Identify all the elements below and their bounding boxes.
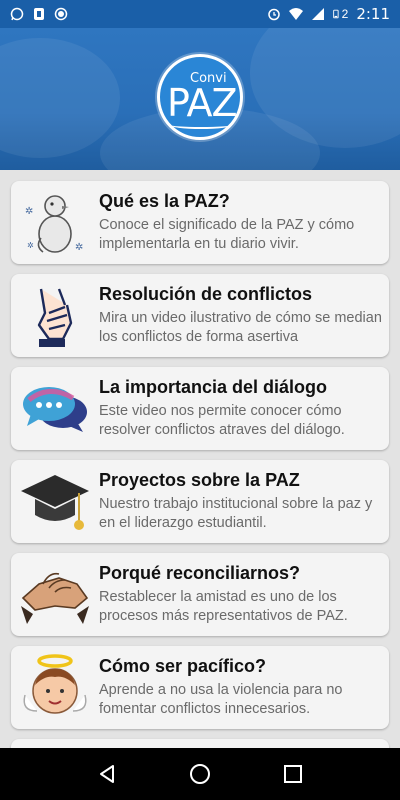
logo-big-text: PAZ <box>167 81 238 125</box>
recents-icon <box>284 765 303 783</box>
home-button[interactable] <box>188 762 212 786</box>
svg-text:✲: ✲ <box>75 242 83 253</box>
topics-list[interactable]: ✲ ✲ ✲ Qué es la PAZ? Conoce el significa… <box>0 170 400 748</box>
handshake-icon <box>37 288 73 347</box>
angel-icon <box>23 654 87 714</box>
recents-button[interactable] <box>281 762 305 786</box>
topic-title: Porqué reconciliarnos? <box>99 563 301 583</box>
topic-card-proyectos-paz[interactable]: Proyectos sobre la PAZ Nuestro trabajo i… <box>11 460 389 543</box>
clasped-hands-icon <box>21 572 89 624</box>
topic-description: Conoce el significado de la PAZ y cómo i… <box>99 217 355 252</box>
topic-card-partial[interactable] <box>11 739 389 748</box>
phone-icon <box>34 8 44 20</box>
back-button[interactable] <box>95 762 119 786</box>
topic-card-reconciliarnos[interactable]: Porqué reconciliarnos? Restablecer la am… <box>11 553 389 636</box>
topic-card-importancia-dialogo[interactable]: La importancia del diálogo Este video no… <box>11 367 389 450</box>
battery-icon <box>332 9 339 19</box>
status-bar: 2 2:11 <box>0 0 400 28</box>
topic-description: Nuestro trabajo institucional sobre la p… <box>99 496 373 531</box>
svg-text:✲: ✲ <box>25 206 33 217</box>
alarm-icon <box>267 8 280 21</box>
topic-description: Restablecer la amistad es uno de los pro… <box>99 589 348 624</box>
signal-icon <box>311 8 324 20</box>
battery-level: 2 <box>341 7 349 21</box>
status-right: 2 2:11 <box>267 5 390 23</box>
topic-card-que-es-la-paz[interactable]: ✲ ✲ ✲ Qué es la PAZ? Conoce el significa… <box>11 181 389 264</box>
app-logo: Convi PAZ <box>157 54 243 140</box>
topic-title: Qué es la PAZ? <box>99 191 230 211</box>
logo-swoosh <box>170 121 232 129</box>
topic-description: Aprende a no usa la violencia para no fo… <box>99 682 343 717</box>
svg-text:✲: ✲ <box>27 241 34 250</box>
record-icon <box>54 7 68 21</box>
graduation-cap-icon <box>21 475 89 530</box>
home-icon <box>189 764 210 784</box>
whatsapp-icon <box>10 7 24 21</box>
system-nav-bar <box>0 748 400 800</box>
back-icon <box>99 765 114 783</box>
header-decoration <box>0 38 120 158</box>
topic-title: Resolución de conflictos <box>99 284 313 304</box>
wifi-icon <box>288 8 303 20</box>
clock: 2:11 <box>356 5 390 23</box>
topic-title: Proyectos sobre la PAZ <box>99 470 300 490</box>
topic-title: Cómo ser pacífico? <box>99 656 267 676</box>
dove-icon: ✲ ✲ ✲ <box>25 195 83 253</box>
status-left <box>10 7 68 21</box>
topic-card-ser-pacifico[interactable]: Cómo ser pacífico? Aprende a no usa la v… <box>11 646 389 729</box>
topic-title: La importancia del diálogo <box>99 377 328 397</box>
topic-description: Mira un video ilustrativo de cómo se med… <box>99 310 382 345</box>
topic-description: Este video nos permite conocer cómo reso… <box>99 403 345 438</box>
battery-indicator: 2 <box>332 7 349 21</box>
chat-bubbles-icon <box>23 387 87 432</box>
topic-card-resolucion-conflictos[interactable]: Resolución de conflictos Mira un video i… <box>11 274 389 357</box>
app-header: Convi PAZ <box>0 28 400 170</box>
